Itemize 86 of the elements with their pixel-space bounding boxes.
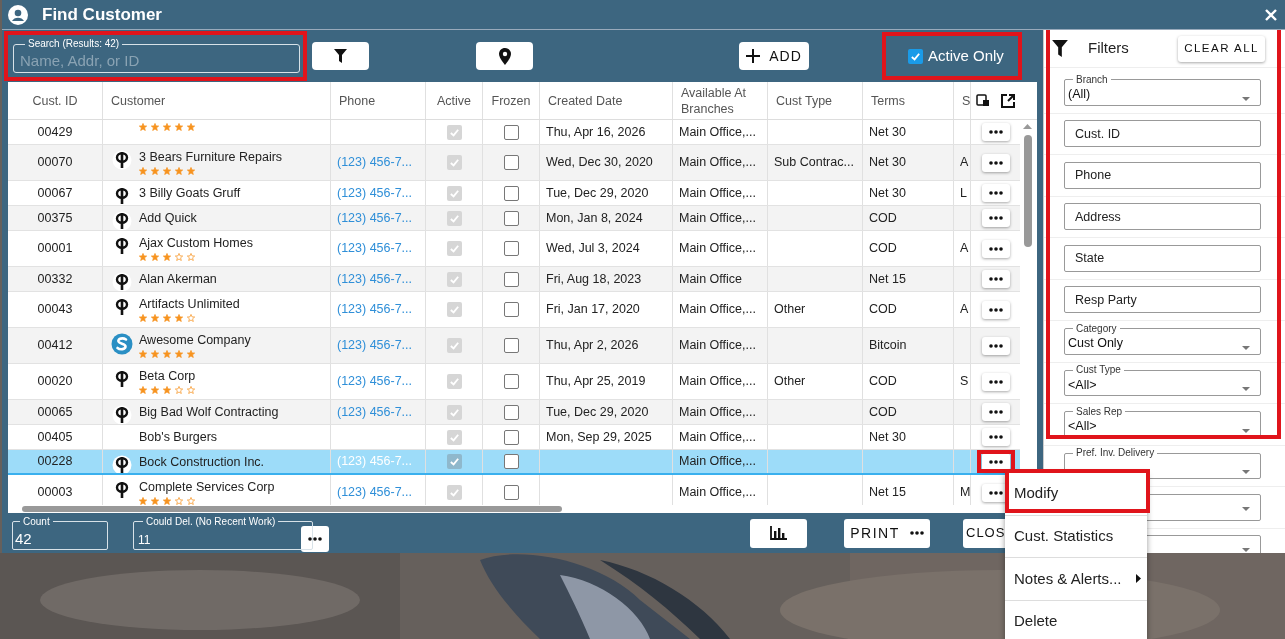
field-label: Pref. Inv. Delivery [1075,448,1156,459]
table-cell-text: A [960,240,969,258]
customer-name: Beta Corp [139,369,196,384]
table-cell-text: Mon, Sep 29, 2025 [546,428,652,446]
table-cell-text: 00228 [37,453,73,471]
table-cell-text: Thu, Apr 2, 2026 [546,337,639,355]
table-cell-text: Other [774,301,806,319]
table-cell-text: Main Office,... [679,209,756,227]
table-cell-text: S [960,373,969,391]
table-cell-text: COD [869,301,897,319]
table-cell-text: Other [774,373,806,391]
table-cell-text: Net 30 [869,428,906,446]
table-cell-text: COD [869,403,897,421]
table-cell-text: Main Office,... [679,123,756,141]
table-cell-text: COD [869,209,897,227]
table-cell-text: 00429 [37,123,73,141]
table-cell-text: 00412 [37,337,73,355]
table-cell-text: 00043 [37,301,73,319]
field-label: Branch [1075,74,1109,85]
table-cell-text: 00332 [37,270,73,288]
table-cell-text: Main Office,... [679,453,756,471]
customer-name: Complete Services Corp [139,480,275,495]
dropdown-value: <All> [1068,377,1097,393]
table-cell-text: Main Office,... [679,373,756,391]
table-cell-text: Main Office,... [679,301,756,319]
field-label: Search (Results: 42) [27,39,121,49]
customer-name: Bock Construction Inc. [139,455,265,470]
customer-name: Alan Akerman [139,272,217,287]
table-cell-text: Main Office,... [679,154,756,172]
table-cell-text: Main Office,... [679,184,756,202]
table-cell-text: COD [869,373,897,391]
dropdown-value: (All) [1068,87,1091,103]
table-cell-text: COD [869,240,897,258]
table-cell-text: M [960,484,970,502]
table-cell-text: Main Office [679,270,742,288]
customer-name: Artifacts Unlimited [139,297,240,312]
table-cell-text: 00003 [37,484,73,502]
table-cell-text: Fri, Jan 17, 2020 [546,301,640,319]
table-cell-text: Mon, Jan 8, 2024 [546,209,643,227]
table-cell-text: Wed, Jul 3, 2024 [546,240,640,258]
window-title: Find Customer [42,3,162,26]
customer-name: Awesome Company [139,333,251,348]
table-cell-text: Bitcoin [869,337,907,355]
table-cell-text: Main Office,... [679,428,756,446]
customer-name: Bob's Burgers [139,430,218,445]
dropdown-value: Cust Only [1068,336,1123,352]
table-cell-text: A [960,154,969,172]
table-cell-text: 00020 [37,373,73,391]
field-label: Cust Type [1075,365,1122,376]
customer-name: 3 Bears Furniture Repairs [139,150,283,165]
table-cell-text: Fri, Aug 18, 2023 [546,270,642,288]
field-label: Could Del. (No Recent Work) [145,516,277,527]
field-label: Sales Rep [1075,406,1124,417]
table-cell-text: Main Office,... [679,403,756,421]
table-cell-text: Net 15 [869,270,906,288]
table-cell-text: Tue, Dec 29, 2020 [546,184,649,202]
field-label: Category [1075,323,1118,334]
table-cell-text: Net 15 [869,484,906,502]
customer-name: 3 Billy Goats Gruff [139,186,241,201]
table-cell-text: Sub Contrac... [774,154,854,172]
customer-name: Add Quick [139,211,197,226]
panel-title: Filters [1088,38,1129,59]
table-cell-text: Tue, Dec 29, 2020 [546,403,649,421]
table-cell-text: Main Office,... [679,484,756,502]
table-cell-text: Wed, Dec 30, 2020 [546,154,653,172]
table-cell-text: Thu, Apr 16, 2026 [546,123,646,141]
customer-name: Ajax Custom Homes [139,236,253,251]
table-cell-text: Net 30 [869,184,906,202]
table-cell-text: 00375 [37,209,73,227]
table-cell-text: A [960,301,969,319]
table-cell-text: 00067 [37,184,73,202]
table-cell-text: L [960,184,967,202]
customer-name: Big Bad Wolf Contracting [139,405,279,420]
table-cell-text: Net 30 [869,154,906,172]
table-cell-text: 00001 [37,240,73,258]
table-cell-text: Main Office,... [679,337,756,355]
table-cell-text: Net 30 [869,123,906,141]
table-cell-text: 00070 [37,154,73,172]
dropdown-value: <All> [1068,419,1097,435]
table-cell-text: Thu, Apr 25, 2019 [546,373,646,391]
could-delete-value: 11 [138,532,151,547]
count-value: 42 [15,529,32,547]
table-cell-text: Main Office,... [679,240,756,258]
table-cell-text: 00405 [37,428,73,446]
field-label: Count [22,516,51,527]
table-cell-text: 00065 [37,403,73,421]
